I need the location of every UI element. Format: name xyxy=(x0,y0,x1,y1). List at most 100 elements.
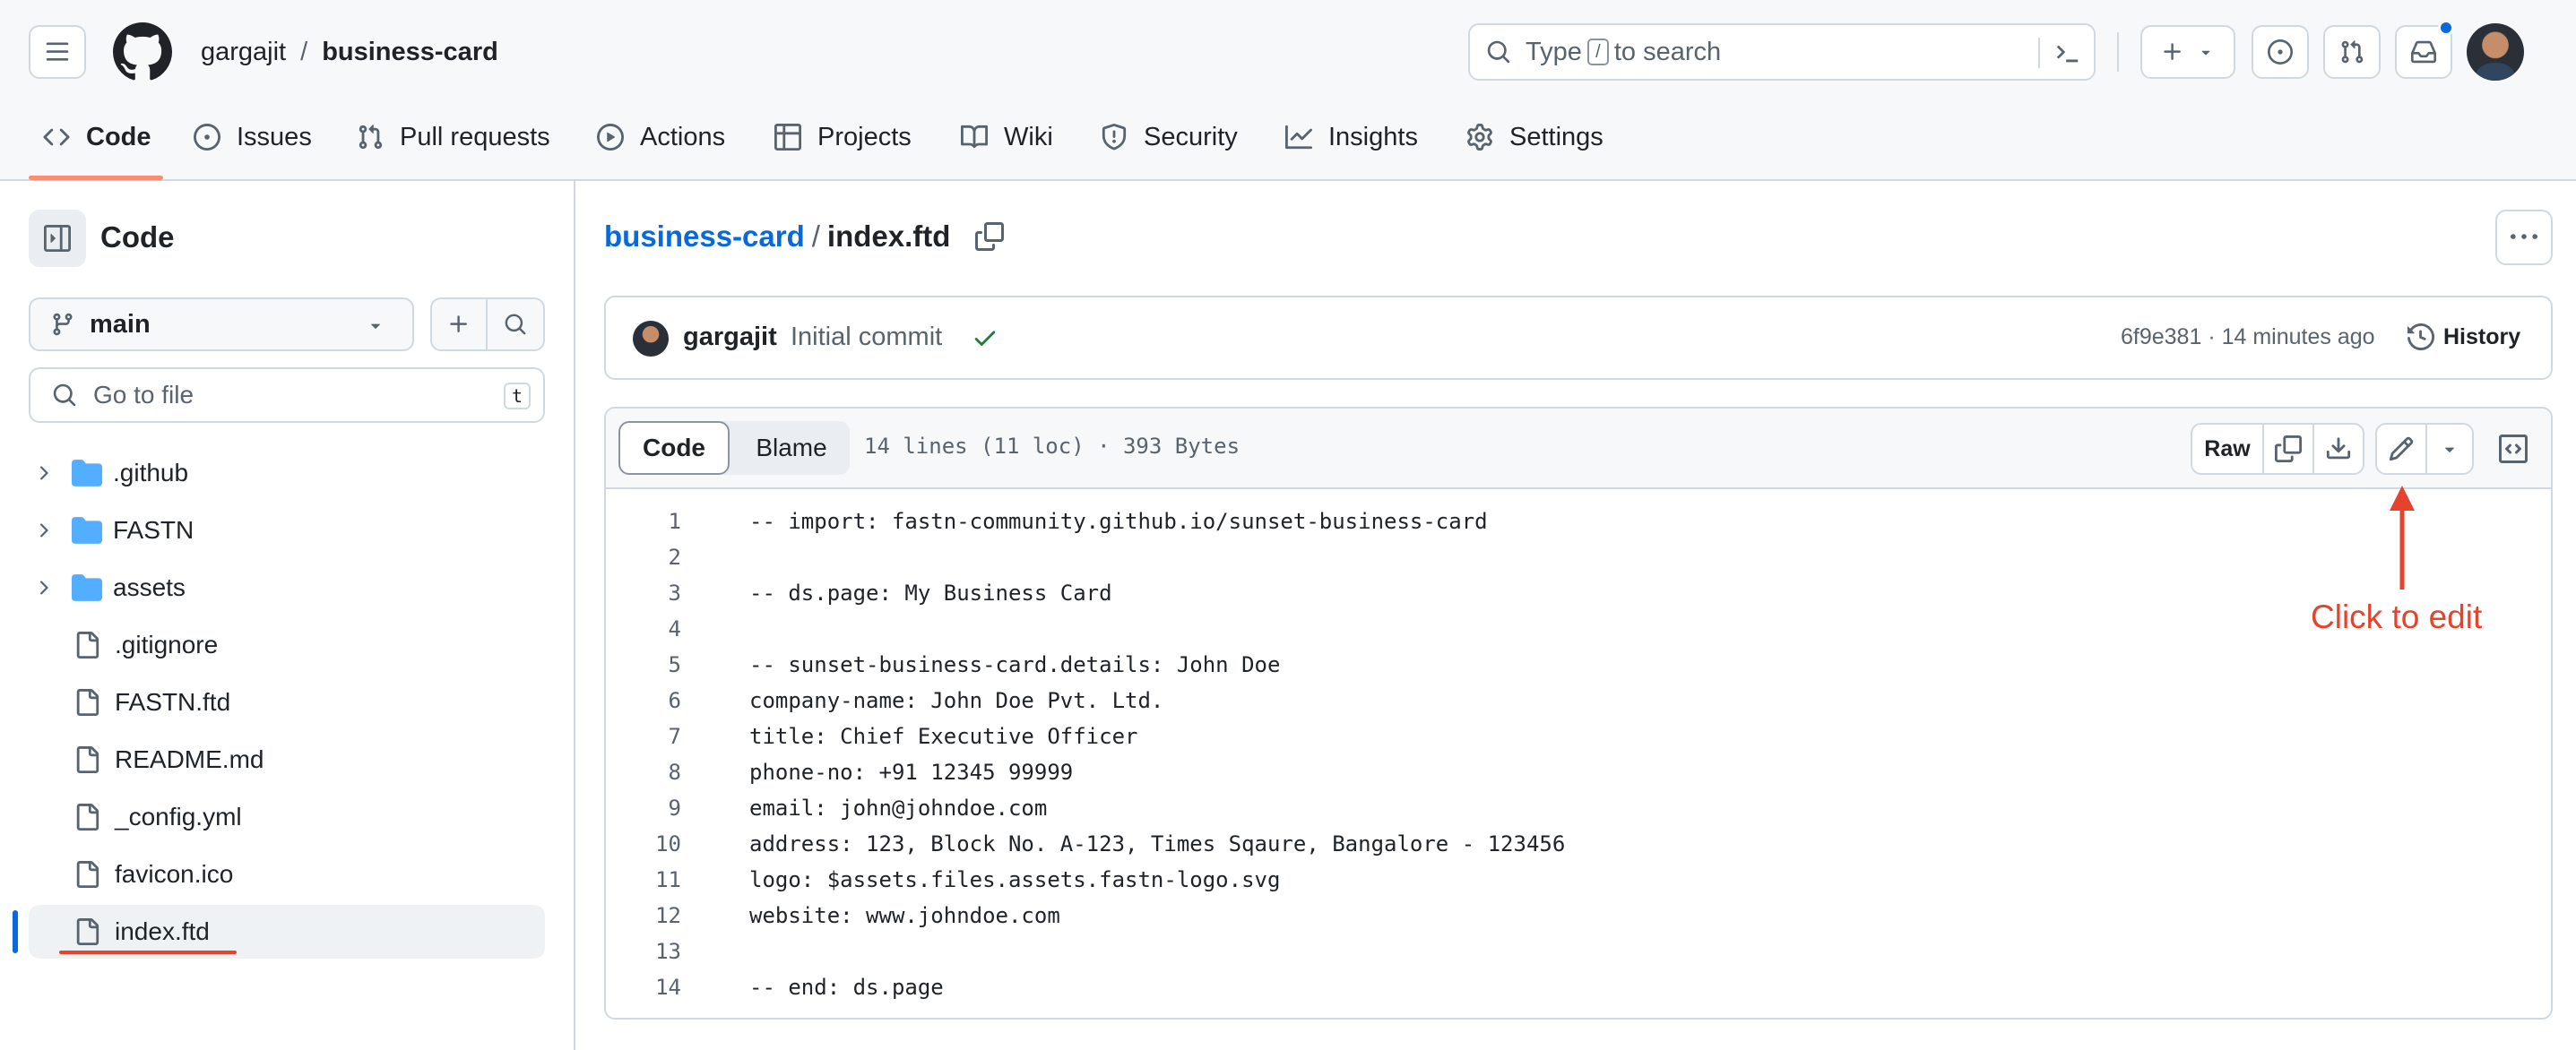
branch-name: main xyxy=(90,309,151,339)
line-number[interactable]: 9 xyxy=(606,790,681,826)
code-line: 4 xyxy=(606,611,1502,647)
history-button[interactable]: History xyxy=(2407,319,2520,355)
code-blob: 1 -- import: fastn-community.github.io/su… xyxy=(606,503,1771,1005)
copy-icon[interactable] xyxy=(975,222,1005,251)
tree-item-github[interactable]: .github xyxy=(29,446,545,500)
symbols-panel-button[interactable] xyxy=(2488,425,2538,473)
line-number[interactable]: 12 xyxy=(606,898,681,934)
code-line: 3 -- ds.page: My Business Card xyxy=(606,575,1502,611)
tab-security[interactable]: Security xyxy=(1101,115,1238,159)
edit-file-button[interactable] xyxy=(2377,425,2427,473)
download-icon xyxy=(2326,437,2351,460)
search-icon xyxy=(1487,40,1510,64)
git-pull-request-icon xyxy=(359,125,383,150)
line-number[interactable]: 5 xyxy=(606,647,681,683)
file-icon xyxy=(76,861,99,888)
line-number[interactable]: 11 xyxy=(606,862,681,898)
tree-item-label: index.ftd xyxy=(115,917,210,945)
command-palette-icon[interactable] xyxy=(2054,39,2081,66)
breadcrumb-separator: / xyxy=(811,219,820,253)
tree-item-fastn[interactable]: FASTN xyxy=(29,503,545,557)
tree-item-label: .github xyxy=(113,459,189,486)
breadcrumb-repo-link[interactable]: business-card xyxy=(604,219,805,254)
tree-item-config[interactable]: _config.yml xyxy=(29,790,545,844)
line-number[interactable]: 8 xyxy=(606,754,681,790)
copy-raw-button[interactable] xyxy=(2264,425,2314,473)
file-stats: 14 lines (11 loc) · 393 Bytes xyxy=(864,434,1240,459)
line-number[interactable]: 6 xyxy=(606,683,681,719)
tab-settings[interactable]: Settings xyxy=(1466,115,1604,159)
tree-item-gitignore[interactable]: .gitignore xyxy=(29,618,545,672)
tab-actions-label: Actions xyxy=(640,122,726,151)
line-number[interactable]: 7 xyxy=(606,719,681,754)
active-tab-underline xyxy=(29,176,163,180)
add-file-button[interactable] xyxy=(432,299,488,349)
avatar[interactable] xyxy=(2467,23,2524,81)
code-line-text: phone-no: +91 12345 99999 xyxy=(749,760,1074,785)
collapse-sidebar-button[interactable] xyxy=(29,210,86,267)
history-icon xyxy=(2407,323,2434,350)
line-number[interactable]: 10 xyxy=(606,826,681,862)
commit-message[interactable]: Initial commit xyxy=(791,323,942,352)
edit-options-dropdown[interactable] xyxy=(2427,425,2472,473)
code-line: 14 -- end: ds.page xyxy=(606,969,1502,1005)
code-line: 2 xyxy=(606,539,1502,575)
code-line: 7 title: Chief Executive Officer xyxy=(606,719,1502,754)
code-line: 6 company-name: John Doe Pvt. Ltd. xyxy=(606,683,1502,719)
commit-author[interactable]: gargajit xyxy=(683,323,777,352)
view-blame-button[interactable]: Blame xyxy=(733,421,850,475)
play-icon xyxy=(597,124,624,151)
owner-link[interactable]: gargajit xyxy=(201,38,286,67)
commit-author-avatar[interactable] xyxy=(633,321,669,357)
tab-projects[interactable]: Projects xyxy=(774,115,912,159)
issues-button[interactable] xyxy=(2252,25,2309,79)
download-button[interactable] xyxy=(2314,425,2363,473)
tab-insights[interactable]: Insights xyxy=(1285,115,1418,159)
menu-button[interactable] xyxy=(29,25,86,79)
tab-issues[interactable]: Issues xyxy=(194,115,312,159)
tree-item-fastn-ftd[interactable]: FASTN.ftd xyxy=(29,676,545,729)
github-logo-icon[interactable] xyxy=(113,22,172,82)
tab-actions[interactable]: Actions xyxy=(597,115,725,159)
search-input[interactable]: Type / to search xyxy=(1468,23,2096,81)
go-to-file-placeholder: Go to file xyxy=(93,381,194,409)
line-number[interactable]: 3 xyxy=(606,575,681,611)
tab-issues-label: Issues xyxy=(237,122,312,151)
pull-requests-button[interactable] xyxy=(2323,25,2381,79)
breadcrumb-filename: index.ftd xyxy=(826,219,951,253)
command-palette-divider xyxy=(2038,38,2040,68)
code-line-text: -- sunset-business-card.details: John Do… xyxy=(749,652,1281,677)
tree-item-readme[interactable]: README.md xyxy=(29,733,545,787)
tab-code[interactable]: Code xyxy=(43,115,151,159)
tree-item-assets[interactable]: assets xyxy=(29,561,545,615)
search-placeholder-suffix: to search xyxy=(1613,37,1722,66)
context-separator: / xyxy=(300,37,308,66)
folder-icon xyxy=(72,574,102,601)
line-number[interactable]: 2 xyxy=(606,539,681,575)
chevron-right-icon xyxy=(40,466,48,480)
go-to-file-input[interactable]: Go to file t xyxy=(29,367,545,423)
line-number[interactable]: 1 xyxy=(606,503,681,539)
triangle-down-icon xyxy=(2201,50,2210,56)
repo-link[interactable]: business-card xyxy=(322,38,498,67)
branch-selector[interactable]: main xyxy=(29,297,414,351)
code-line: 11 logo: $assets.files.assets.fastn-logo.… xyxy=(606,862,1502,898)
tab-wiki[interactable]: Wiki xyxy=(961,115,1053,159)
shield-icon xyxy=(1102,124,1127,151)
commit-meta[interactable]: 6f9e381 · 14 minutes ago xyxy=(2121,324,2375,350)
line-number[interactable]: 13 xyxy=(606,934,681,969)
search-files-button[interactable] xyxy=(488,299,543,349)
line-number[interactable]: 14 xyxy=(606,969,681,1005)
tree-item-favicon[interactable]: favicon.ico xyxy=(29,848,545,901)
issue-opened-icon xyxy=(194,124,220,151)
raw-label: Raw xyxy=(2204,435,2251,461)
more-options-button[interactable] xyxy=(2495,210,2553,265)
chevron-right-icon xyxy=(40,581,48,595)
book-icon xyxy=(961,125,988,149)
line-number[interactable]: 4 xyxy=(606,611,681,647)
tab-security-label: Security xyxy=(1144,122,1238,151)
tab-pull-requests[interactable]: Pull requests xyxy=(357,115,550,159)
raw-button[interactable]: Raw xyxy=(2192,425,2264,473)
view-code-button[interactable]: Code xyxy=(618,421,730,475)
create-new-button[interactable] xyxy=(2140,25,2235,79)
